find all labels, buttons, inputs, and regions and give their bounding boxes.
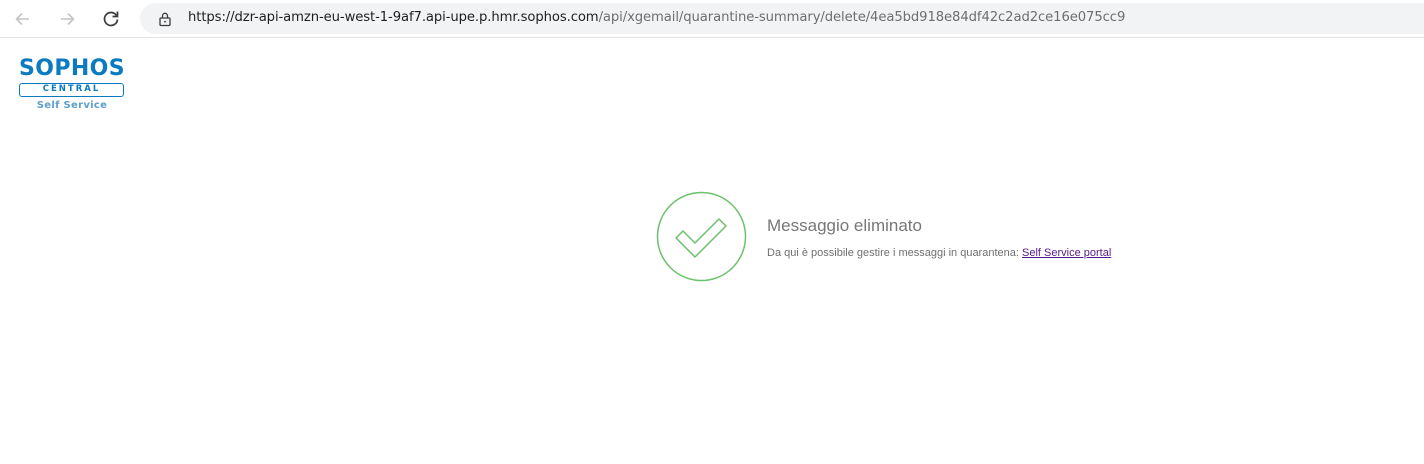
result-description: Da qui è possibile gestire i messaggi in…	[767, 247, 1019, 259]
url-text[interactable]: https://dzr-api-amzn-eu-west-1-9af7.api-…	[188, 10, 1125, 25]
reload-button[interactable]	[96, 4, 126, 34]
sophos-central-logo: SOPHOS CENTRAL Self Service	[19, 58, 125, 111]
page-title: Messaggio eliminato	[767, 216, 922, 235]
logo-subtitle: Self Service	[36, 100, 108, 111]
forward-button[interactable]	[52, 4, 82, 34]
reload-icon	[103, 11, 119, 27]
arrow-left-icon	[15, 12, 29, 26]
logo-product: CENTRAL	[19, 83, 124, 97]
logo-brand: SOPHOS	[19, 56, 126, 81]
check-circle-icon	[656, 191, 747, 282]
arrow-right-icon	[61, 12, 75, 26]
back-button[interactable]	[8, 4, 38, 34]
self-service-portal-link[interactable]: Self Service portal	[1022, 247, 1111, 259]
address-bar[interactable]: https://dzr-api-amzn-eu-west-1-9af7.api-…	[140, 3, 1424, 34]
lock-icon[interactable]	[157, 11, 173, 27]
result-message: Da qui è possibile gestire i messaggi in…	[767, 247, 1111, 259]
url-host: https://dzr-api-amzn-eu-west-1-9af7.api-…	[188, 10, 599, 25]
url-path: /api/xgemail/quarantine-summary/delete/4…	[598, 10, 1126, 25]
browser-toolbar: https://dzr-api-amzn-eu-west-1-9af7.api-…	[0, 0, 1424, 38]
